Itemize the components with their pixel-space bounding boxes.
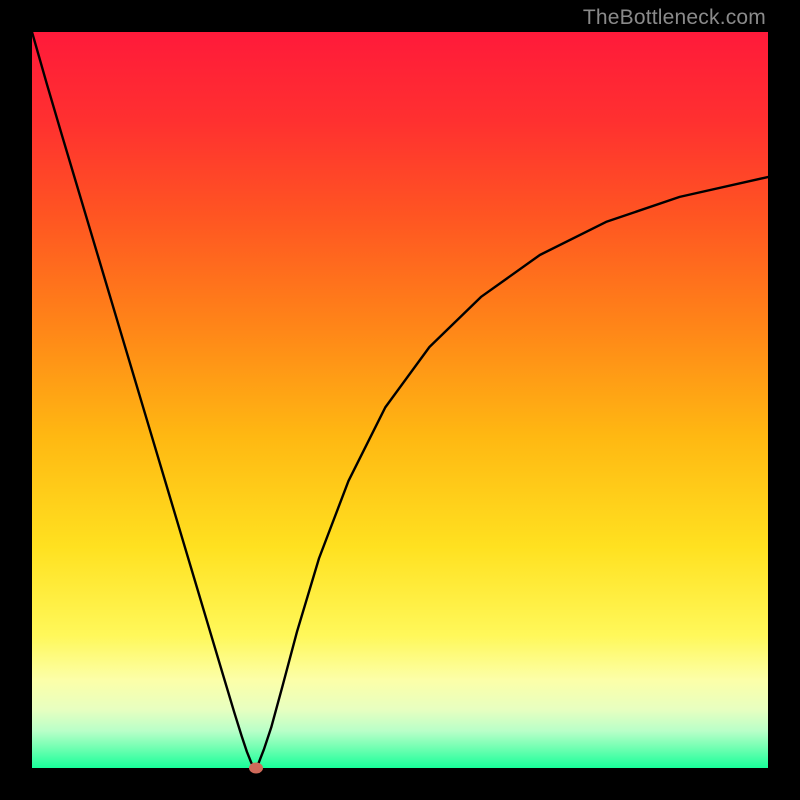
- optimum-marker: [249, 763, 263, 774]
- watermark-text: TheBottleneck.com: [583, 6, 766, 30]
- plot-area: [32, 32, 768, 768]
- chart-frame: TheBottleneck.com: [0, 0, 800, 800]
- bottleneck-curve: [32, 32, 768, 768]
